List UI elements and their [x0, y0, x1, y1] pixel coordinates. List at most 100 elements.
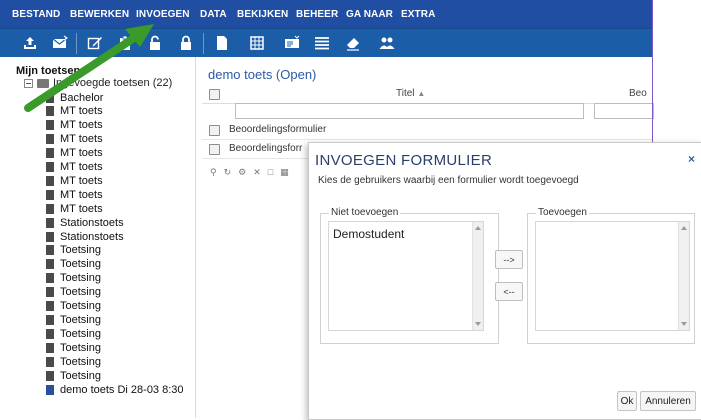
tree-item-label: Toetsing — [60, 272, 101, 285]
tree-item[interactable]: Toetsing — [46, 286, 101, 299]
tree-item-selected[interactable]: demo toets Di 28-03 8:30 — [46, 383, 184, 396]
tree-item[interactable]: MT toets — [46, 161, 103, 174]
scroll-down-icon[interactable] — [681, 322, 687, 326]
column-header-titel[interactable]: Titel ▲ — [396, 88, 425, 99]
not-add-legend: Niet toevoegen — [329, 207, 401, 218]
tree-item[interactable]: Toetsing — [46, 327, 101, 340]
lock-open-icon[interactable] — [146, 34, 164, 52]
tree-item[interactable]: MT toets — [46, 147, 103, 160]
not-add-listbox[interactable]: Demostudent — [328, 221, 484, 331]
select-all-checkbox[interactable] — [209, 89, 220, 100]
ok-button[interactable]: Ok — [617, 391, 637, 411]
lock-icon[interactable] — [177, 34, 195, 52]
document-icon — [46, 148, 54, 159]
upload-tray-icon[interactable] — [21, 34, 39, 52]
tree-item[interactable]: Toetsing — [46, 244, 101, 257]
tree-item[interactable]: MT toets — [46, 202, 103, 215]
add-fieldset: Toevoegen — [527, 207, 695, 344]
tree-item-label: Toetsing — [60, 341, 101, 354]
tree-item[interactable]: Toetsing — [46, 341, 101, 354]
document-icon — [46, 162, 54, 172]
scroll-up-icon[interactable] — [475, 226, 481, 230]
tree-root-node[interactable]: Ingevoegde toetsen (22) — [24, 77, 172, 89]
tree-item[interactable]: Toetsing — [46, 355, 101, 368]
document-icon — [46, 217, 54, 228]
menu-bewerken[interactable]: BEWERKEN — [70, 9, 129, 20]
list-icon[interactable] — [313, 34, 331, 52]
add-listbox[interactable] — [535, 221, 690, 331]
tree-item-label: Toetsing — [60, 258, 101, 271]
scroll-up-icon[interactable] — [681, 226, 687, 230]
tree-item-label: Stationstoets — [60, 216, 124, 229]
tree-item[interactable]: Toetsing — [46, 272, 101, 285]
menu-extra[interactable]: EXTRA — [401, 9, 435, 20]
tree-item[interactable]: Toetsing — [46, 300, 101, 313]
tree-item[interactable]: MT toets — [46, 174, 103, 187]
scroll-down-icon[interactable] — [475, 322, 481, 326]
menu-invoegen[interactable]: INVOEGEN — [136, 9, 190, 20]
id-card-icon[interactable] — [283, 34, 301, 52]
folder-open-icon — [37, 78, 49, 88]
document-icon — [46, 273, 54, 284]
table-icon[interactable] — [248, 34, 266, 52]
tree-item-label: MT toets — [60, 105, 103, 118]
document-icon — [46, 356, 54, 367]
tree-item[interactable]: Stationstoets — [46, 216, 124, 229]
tree-item[interactable]: Toetsing — [46, 313, 101, 326]
document-icon[interactable] — [213, 34, 231, 52]
paste-icon[interactable] — [116, 34, 134, 52]
filter-titel-input[interactable] — [235, 103, 584, 119]
tree-item[interactable]: Bachelor — [46, 91, 103, 104]
menu-bestand[interactable]: BESTAND — [12, 9, 60, 20]
filter-beo-input[interactable] — [594, 103, 654, 119]
users-icon[interactable] — [378, 34, 396, 52]
collapse-icon[interactable] — [24, 78, 33, 88]
tree-item[interactable]: MT toets — [46, 119, 103, 132]
document-icon — [46, 342, 54, 353]
list-item[interactable]: Demostudent — [333, 227, 404, 241]
row-checkbox[interactable] — [209, 125, 220, 136]
tree-item[interactable]: MT toets — [46, 188, 103, 201]
menu-data[interactable]: DATA — [200, 9, 227, 20]
menu-beheer[interactable]: BEHEER — [296, 9, 338, 20]
tree-item-label: Toetsing — [60, 369, 101, 382]
scrollbar[interactable] — [678, 222, 689, 330]
close-icon[interactable]: × — [688, 152, 695, 166]
document-icon — [46, 314, 54, 325]
document-icon — [46, 203, 54, 214]
grid-header: Titel ▲ Beo — [202, 85, 652, 104]
add-button[interactable]: --> — [495, 250, 523, 269]
table-row[interactable]: Beoordelingsformulier — [202, 121, 652, 140]
tree-item-label: MT toets — [60, 188, 103, 201]
document-icon — [46, 287, 54, 298]
remove-button[interactable]: <-- — [495, 282, 523, 301]
eraser-icon[interactable] — [344, 34, 362, 52]
document-icon — [46, 175, 54, 186]
column-header-beo[interactable]: Beo — [629, 88, 647, 99]
menu-ga-naar[interactable]: GA NAAR — [346, 9, 393, 20]
document-icon — [46, 134, 54, 145]
row-checkbox[interactable] — [209, 144, 220, 155]
scrollbar[interactable] — [472, 222, 483, 330]
not-add-fieldset: Niet toevoegen Demostudent — [320, 207, 499, 344]
document-icon — [46, 120, 54, 131]
tree-item[interactable]: Toetsing — [46, 369, 101, 382]
tree-item-label: MT toets — [60, 119, 103, 132]
dialog-subtitle: Kies de gebruikers waarbij een formulier… — [318, 175, 579, 186]
tree-item-label: Toetsing — [60, 355, 101, 368]
document-icon — [46, 384, 54, 395]
cancel-button[interactable]: Annuleren — [640, 391, 696, 411]
toolbar-separator — [76, 33, 77, 54]
tree-item[interactable]: Toetsing — [46, 258, 101, 271]
edit-icon[interactable] — [86, 34, 104, 52]
toolbar-separator — [203, 33, 204, 54]
grid-pager-icons[interactable]: ⚲↻⚙✕□▦ — [210, 167, 296, 178]
document-icon — [46, 259, 54, 270]
sort-icon: ▲ — [417, 89, 426, 98]
tree-item[interactable]: Stationstoets — [46, 230, 124, 243]
tree-item[interactable]: MT toets — [46, 133, 103, 146]
menu-bekijken[interactable]: BEKIJKEN — [237, 9, 288, 20]
tree-item-label: Toetsing — [60, 244, 101, 257]
mail-icon[interactable] — [51, 34, 69, 52]
tree-item[interactable]: MT toets — [46, 105, 103, 118]
